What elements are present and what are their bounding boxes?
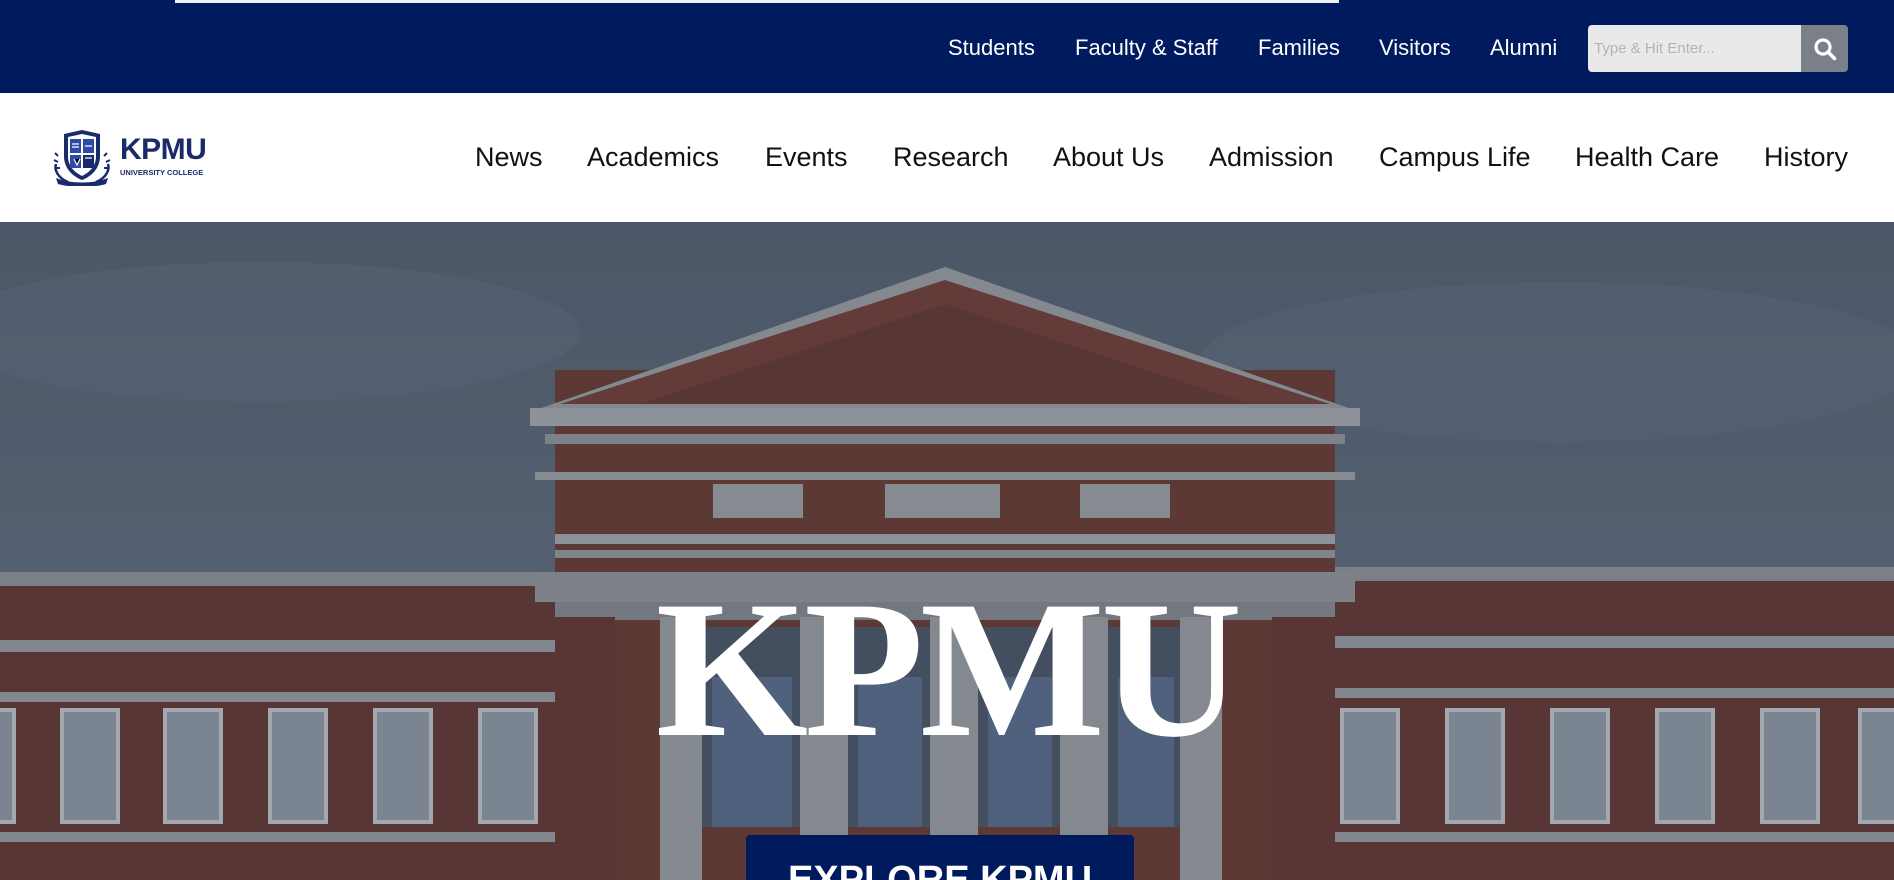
- nav-item-news[interactable]: News: [475, 141, 543, 173]
- logo-subtitle: UNIVERSITY COLLEGE: [120, 168, 204, 177]
- nav-item-admission[interactable]: Admission: [1209, 141, 1334, 173]
- hero-banner: KPMU EXPLORE KPMU: [0, 222, 1894, 880]
- util-link-faculty-staff[interactable]: Faculty & Staff: [1075, 34, 1218, 62]
- nav-item-research[interactable]: Research: [893, 141, 1009, 173]
- search-input[interactable]: [1588, 25, 1801, 72]
- util-link-students[interactable]: Students: [948, 34, 1035, 62]
- util-link-families[interactable]: Families: [1258, 34, 1340, 62]
- nav-item-events[interactable]: Events: [765, 141, 848, 173]
- search-icon: [1813, 37, 1836, 60]
- search-button[interactable]: [1801, 25, 1848, 72]
- top-utility-bar: Students Faculty & Staff Families Visito…: [0, 0, 1894, 93]
- hero-title: KPMU: [655, 561, 1243, 778]
- explore-button[interactable]: EXPLORE KPMU: [746, 835, 1134, 880]
- logo-title: KPMU: [120, 133, 207, 166]
- hero-campus-building-image: [0, 222, 1894, 880]
- main-header: KPMU UNIVERSITY COLLEGE News Academics E…: [0, 93, 1894, 222]
- util-link-visitors[interactable]: Visitors: [1379, 34, 1451, 62]
- search-form: [1588, 25, 1848, 72]
- site-logo[interactable]: KPMU UNIVERSITY COLLEGE: [52, 128, 222, 188]
- university-crest-icon: [53, 130, 111, 186]
- nav-item-campus-life[interactable]: Campus Life: [1379, 141, 1531, 173]
- util-link-alumni[interactable]: Alumni: [1490, 34, 1557, 62]
- nav-item-about-us[interactable]: About Us: [1053, 141, 1164, 173]
- top-accent-line: [175, 0, 1339, 3]
- nav-item-academics[interactable]: Academics: [587, 141, 719, 173]
- nav-item-health-care[interactable]: Health Care: [1575, 141, 1719, 173]
- nav-item-history[interactable]: History: [1764, 141, 1848, 173]
